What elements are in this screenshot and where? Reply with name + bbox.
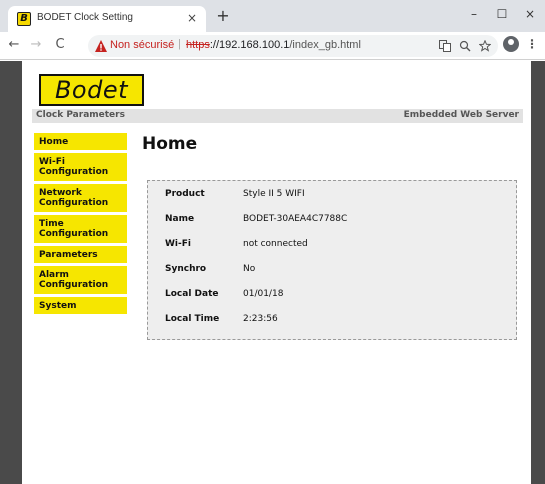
menu-item-system[interactable]: System bbox=[34, 297, 127, 314]
menu-item-network-configuration[interactable]: Network Configuration bbox=[34, 184, 127, 212]
menu-item-home[interactable]: Home bbox=[34, 133, 127, 150]
tab-title: BODET Clock Setting bbox=[37, 12, 133, 23]
zoom-icon[interactable] bbox=[457, 38, 473, 54]
url-path: /index_gb.html bbox=[289, 39, 361, 51]
menu-item-time-configuration[interactable]: Time Configuration bbox=[34, 215, 127, 243]
minimize-icon[interactable]: – bbox=[466, 6, 482, 22]
maximize-icon[interactable]: ☐ bbox=[494, 6, 510, 22]
bodet-logo: Bodet bbox=[39, 74, 144, 106]
menu-item-alarm-configuration[interactable]: Alarm Configuration bbox=[34, 266, 127, 294]
local-date-value: 01/01/18 bbox=[243, 289, 284, 299]
name-label: Name bbox=[165, 214, 195, 224]
header-section-title: Clock Parameters bbox=[36, 110, 125, 120]
reload-icon[interactable]: C bbox=[52, 37, 68, 53]
page-title: Home bbox=[142, 134, 198, 154]
tab-close-icon[interactable]: × bbox=[184, 10, 200, 26]
synchro-value: No bbox=[243, 264, 256, 274]
address-bar[interactable]: Non sécurisé | https://192.168.100.1/ind… bbox=[88, 35, 498, 57]
header-strip: Clock Parameters Embedded Web Server bbox=[32, 109, 523, 123]
url-scheme: https bbox=[186, 39, 210, 51]
synchro-label: Synchro bbox=[165, 264, 207, 274]
more-menu-icon[interactable]: ⋮ bbox=[526, 36, 538, 52]
wifi-value: not connected bbox=[243, 239, 308, 249]
frame-left bbox=[0, 61, 22, 484]
local-time-value: 2:23:56 bbox=[243, 314, 278, 324]
url-text[interactable]: https://192.168.100.1/index_gb.html bbox=[186, 39, 361, 51]
url-separator: | bbox=[178, 38, 181, 50]
page-content: Bodet Clock Parameters Embedded Web Serv… bbox=[22, 61, 531, 484]
product-value: Style II 5 WIFI bbox=[243, 189, 305, 199]
logo-text: Bodet bbox=[54, 76, 129, 104]
menu-item-parameters[interactable]: Parameters bbox=[34, 246, 127, 263]
local-date-label: Local Date bbox=[165, 289, 219, 299]
status-panel: Product Style II 5 WIFI Name BODET-30AEA… bbox=[147, 180, 517, 340]
star-icon[interactable] bbox=[477, 38, 493, 54]
product-label: Product bbox=[165, 189, 205, 199]
new-tab-icon[interactable]: + bbox=[214, 8, 232, 26]
browser-tab[interactable]: B BODET Clock Setting × bbox=[8, 6, 206, 32]
warning-triangle-icon[interactable] bbox=[94, 39, 108, 53]
forward-icon[interactable]: → bbox=[28, 37, 44, 53]
local-time-label: Local Time bbox=[165, 314, 220, 324]
browser-toolbar: ← → C Non sécurisé | https://192.168.100… bbox=[0, 32, 545, 60]
bodet-favicon-icon: B bbox=[17, 12, 31, 26]
url-host: ://192.168.100.1 bbox=[209, 39, 290, 51]
translate-icon[interactable] bbox=[437, 38, 453, 54]
back-icon[interactable]: ← bbox=[6, 37, 22, 53]
security-label[interactable]: Non sécurisé bbox=[110, 39, 174, 51]
header-server-title: Embedded Web Server bbox=[403, 110, 519, 120]
browser-tab-bar: B BODET Clock Setting × + – ☐ × bbox=[0, 0, 545, 32]
profile-icon[interactable] bbox=[503, 36, 519, 52]
name-value: BODET-30AEA4C7788C bbox=[243, 214, 348, 224]
close-window-icon[interactable]: × bbox=[522, 6, 538, 22]
wifi-label: Wi-Fi bbox=[165, 239, 191, 249]
menu-item-wifi-configuration[interactable]: Wi-Fi Configuration bbox=[34, 153, 127, 181]
frame-right bbox=[531, 61, 545, 484]
